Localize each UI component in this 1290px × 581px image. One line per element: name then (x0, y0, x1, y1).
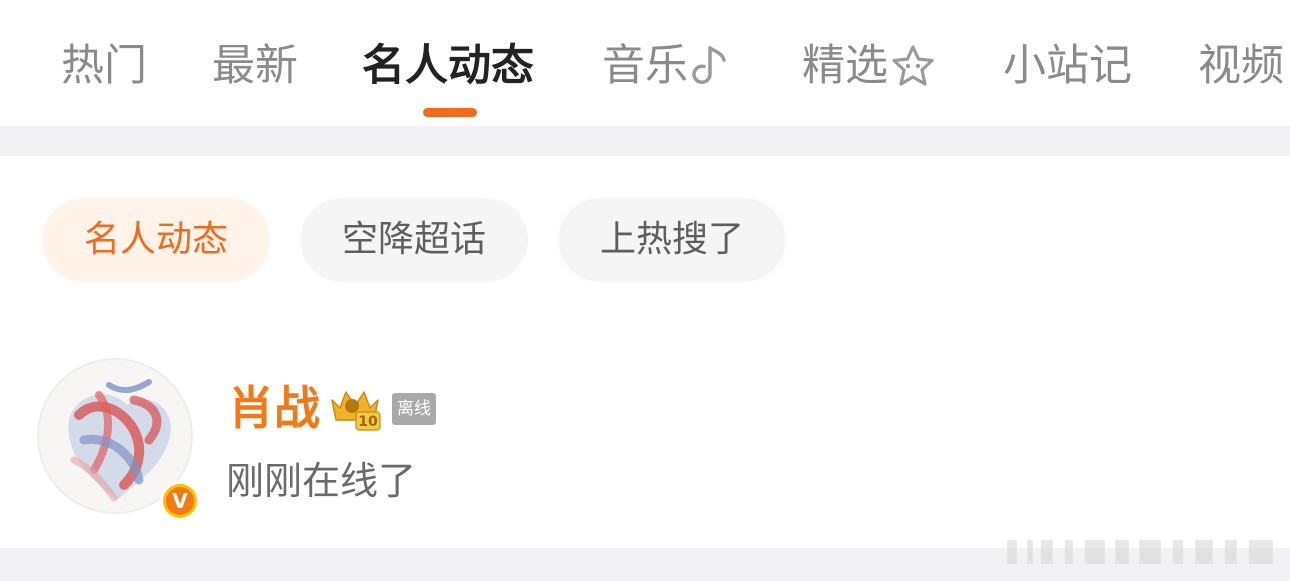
music-note-icon (690, 44, 728, 88)
status-text: 刚刚在线了 (226, 459, 417, 503)
tab-label: 最新 (212, 41, 298, 91)
tab-latest[interactable]: 最新 (212, 38, 298, 94)
star-face-icon (890, 44, 936, 88)
chip-airdrop-supertopic[interactable]: 空降超话 (300, 198, 528, 282)
tab-music[interactable]: 音乐 (602, 38, 728, 94)
tab-featured[interactable]: 精选 (802, 38, 936, 94)
tab-celebrity-news[interactable]: 名人动态 (362, 38, 534, 94)
offline-badge: 离线 (392, 393, 436, 425)
tab-label: 视频 (1198, 41, 1284, 91)
active-tab-indicator (423, 108, 477, 117)
crown-level-icon: 10 (328, 386, 382, 432)
chip-trending[interactable]: 上热搜了 (558, 198, 786, 282)
tab-label: 精选 (802, 41, 888, 91)
tab-video[interactable]: 视频 (1198, 38, 1284, 94)
chip-label: 空降超话 (341, 219, 486, 260)
chip-label: 名人动态 (83, 219, 228, 260)
chip-label: 上热搜了 (599, 219, 744, 260)
verified-icon: V (166, 487, 194, 515)
level-number: 10 (358, 414, 378, 430)
verified-badge: V (160, 481, 200, 521)
username[interactable]: 肖战 (228, 378, 320, 438)
tab-label: 热门 (61, 41, 147, 91)
section-divider (0, 126, 1290, 156)
tab-hot[interactable]: 热门 (61, 38, 147, 94)
tab-small-station[interactable]: 小站记 (1003, 38, 1132, 94)
top-tab-bar: 热门 最新 名人动态 音乐 精选 小站记 视频 (0, 0, 1290, 126)
watermark-icon (1005, 536, 1280, 568)
tab-label: 小站记 (1003, 41, 1132, 91)
tab-label: 名人动态 (362, 41, 534, 91)
chip-celebrity-news[interactable]: 名人动态 (42, 198, 270, 282)
tab-label: 音乐 (602, 41, 688, 91)
